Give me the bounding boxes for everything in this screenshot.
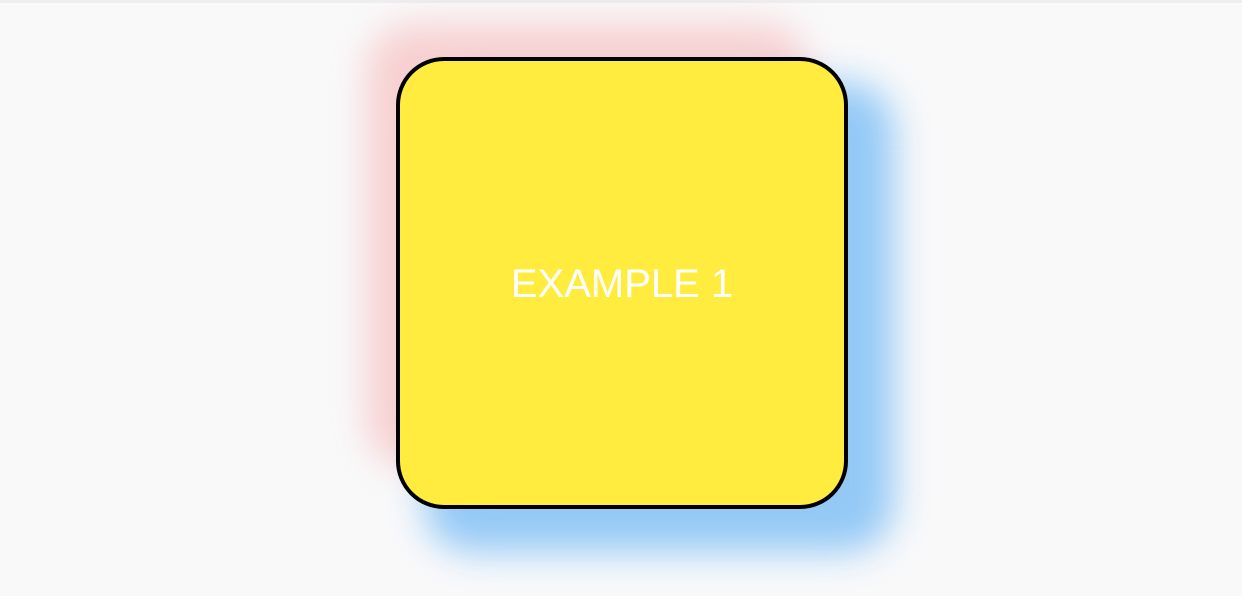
example-card-label: EXAMPLE 1	[510, 261, 734, 306]
example-card: EXAMPLE 1	[396, 57, 848, 509]
top-divider	[0, 0, 1242, 3]
